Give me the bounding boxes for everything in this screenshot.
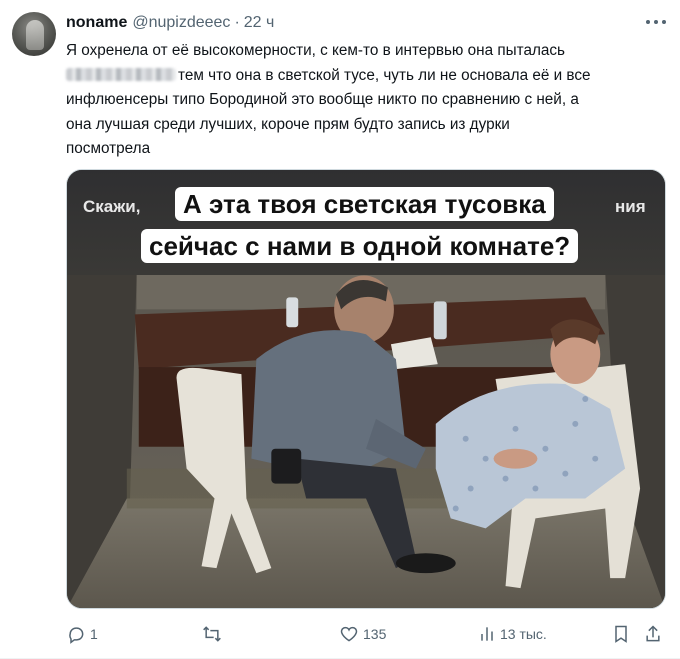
share-button[interactable] — [644, 622, 662, 646]
tweet[interactable]: noname @nupizdeeec · 22 ч Я охренела от … — [0, 0, 680, 659]
retweet-button[interactable] — [201, 622, 227, 646]
reply-icon — [66, 624, 86, 644]
redacted-text — [66, 67, 176, 81]
views-button[interactable]: 13 тыс. — [478, 622, 547, 646]
bookmark-button[interactable] — [612, 622, 630, 646]
like-count: 135 — [363, 626, 387, 642]
tweet-text-fragment: тем что она в светской тусе, чуть ли не … — [178, 66, 591, 84]
tweet-actions: 1 135 13 тыс. — [66, 622, 666, 646]
tweet-text-line: тем что она в светской тусе, чуть ли не … — [66, 64, 666, 89]
avatar[interactable] — [12, 12, 56, 56]
tweet-header: noname @nupizdeeec · 22 ч — [66, 12, 274, 34]
author-handle[interactable]: @nupizdeeec — [132, 14, 230, 32]
more-horizontal-icon[interactable] — [646, 14, 666, 30]
tweet-text-line: она лучшая среди лучших, короче прям буд… — [66, 115, 510, 133]
like-button[interactable]: 135 — [339, 622, 386, 646]
tweet-text-line: инфлюенсеры типо Бородиной это вообще ни… — [66, 91, 579, 108]
timestamp[interactable]: 22 ч — [244, 14, 275, 32]
heart-icon — [339, 624, 359, 644]
views-count: 13 тыс. — [500, 626, 547, 642]
partial-caption-right: ния — [615, 197, 646, 216]
share-icon — [644, 624, 662, 644]
tweet-text-line: посмотрела — [66, 140, 151, 157]
author-name[interactable]: noname — [66, 14, 127, 32]
tweet-media[interactable]: Скажи, ния А эта твоя светская тусовка с… — [66, 169, 666, 609]
reply-count: 1 — [90, 626, 98, 642]
tweet-text-line: Я охренела от её высокомерности, с кем-т… — [66, 42, 566, 59]
partial-caption-left: Скажи, — [83, 197, 141, 216]
retweet-icon — [201, 624, 223, 644]
tweet-text: Я охренела от её высокомерности, с кем-т… — [66, 39, 666, 162]
reply-button[interactable]: 1 — [66, 622, 98, 646]
caption-line-2: сейчас с нами в одной комнате? — [141, 229, 579, 263]
views-chart-icon — [478, 624, 496, 644]
separator: · — [234, 14, 240, 31]
caption-line-1: А эта твоя светская тусовка — [175, 187, 554, 221]
bookmark-icon — [612, 624, 630, 644]
